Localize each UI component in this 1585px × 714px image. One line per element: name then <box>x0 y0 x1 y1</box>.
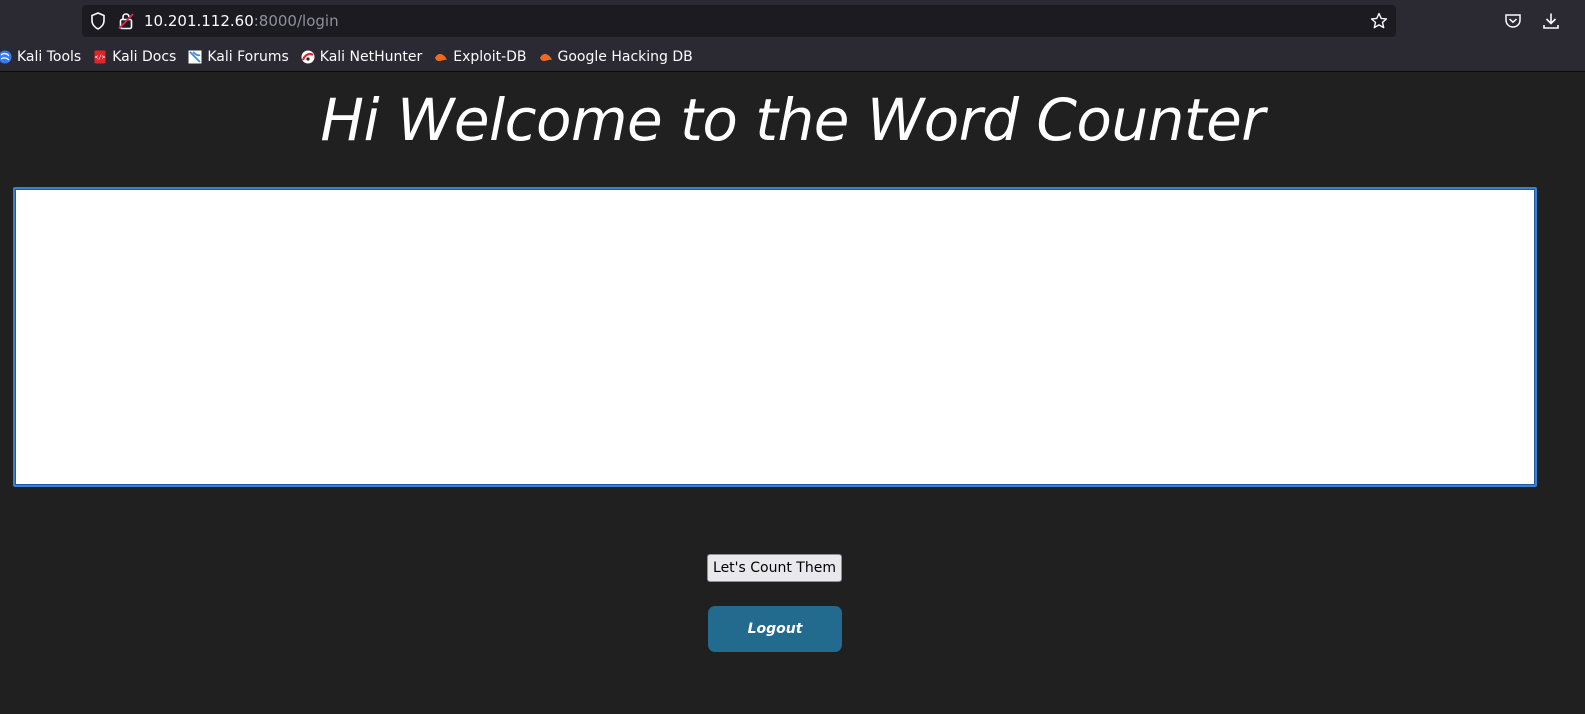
exploit-db-icon <box>435 54 448 61</box>
bookmark-label: Kali Forums <box>207 49 289 65</box>
bookmark-label: Kali NetHunter <box>319 49 423 65</box>
bookmarks-toolbar: Kali Tools </> Kali Docs Kali Forums Kal… <box>0 44 705 70</box>
bookmark-kali-docs[interactable]: </> Kali Docs <box>93 45 182 69</box>
kali-docs-icon: </> <box>94 50 106 64</box>
bookmark-label: Google Hacking DB <box>557 49 693 65</box>
url-bar[interactable]: 10.201.112.60:8000/login <box>82 5 1396 37</box>
bookmark-google-hacking-db[interactable]: Google Hacking DB <box>539 45 699 69</box>
bookmark-kali-forums[interactable]: Kali Forums <box>188 45 294 69</box>
kali-forums-icon <box>188 50 202 64</box>
bookmark-star-icon[interactable] <box>1370 12 1388 34</box>
insecure-lock-icon[interactable] <box>118 12 134 34</box>
bookmark-label: Exploit-DB <box>453 49 527 65</box>
bookmark-kali-tools[interactable]: Kali Tools <box>0 45 87 69</box>
tracking-protection-shield-icon[interactable] <box>90 12 106 34</box>
kali-tools-icon <box>0 50 12 64</box>
bookmark-kali-nethunter[interactable]: Kali NetHunter <box>301 45 428 69</box>
logout-button[interactable]: Logout <box>708 606 842 652</box>
url-host: 10.201.112.60 <box>144 12 254 30</box>
google-hacking-db-icon <box>539 54 552 61</box>
pocket-icon[interactable] <box>1504 12 1522 34</box>
page-title: Hi Welcome to the Word Counter <box>320 86 1265 154</box>
downloads-icon[interactable] <box>1542 12 1560 34</box>
svg-text:</>: </> <box>95 54 106 61</box>
browser-toolbar: 10.201.112.60:8000/login Kali Tools </> … <box>0 0 1585 72</box>
count-words-button[interactable]: Let's Count Them <box>707 554 842 582</box>
bookmark-label: Kali Tools <box>17 49 82 65</box>
page-content: Hi Welcome to the Word Counter Let's Cou… <box>0 72 1585 714</box>
kali-nethunter-icon <box>301 50 315 64</box>
bookmark-label: Kali Docs <box>112 49 177 65</box>
url-path: :8000/login <box>253 12 339 30</box>
url-text[interactable]: 10.201.112.60:8000/login <box>144 5 339 37</box>
word-input-textarea[interactable] <box>13 187 1537 487</box>
bookmark-exploit-db[interactable]: Exploit-DB <box>434 45 532 69</box>
